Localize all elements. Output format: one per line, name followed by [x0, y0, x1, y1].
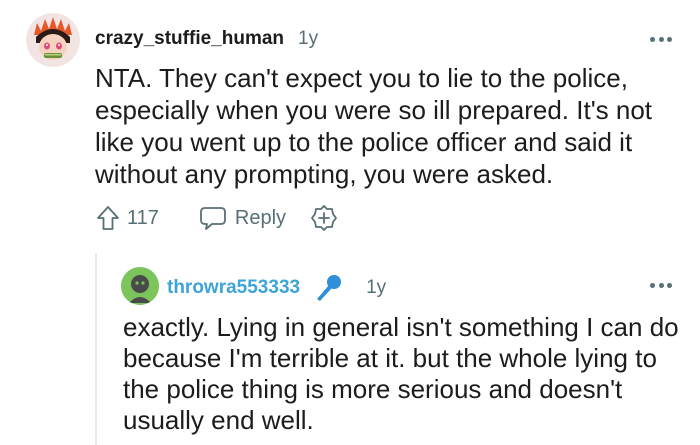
speech-bubble-icon: [199, 207, 226, 230]
reply-timestamp: 1y: [366, 277, 387, 298]
more-options-icon: [650, 36, 655, 42]
more-options-icon: [650, 282, 655, 288]
avatar-image: [26, 13, 80, 67]
user-avatar[interactable]: [26, 13, 80, 67]
reply-meta: throwra553333 1y: [167, 273, 386, 303]
avatar-image: [121, 267, 159, 305]
reply-button[interactable]: Reply: [199, 205, 286, 231]
comment-timestamp: 1y: [298, 28, 319, 49]
upvote-arrow-icon[interactable]: [95, 204, 121, 232]
comment-username[interactable]: crazy_stuffie_human: [95, 28, 284, 50]
reply-username[interactable]: throwra553333: [167, 277, 300, 299]
thread-line[interactable]: [95, 253, 97, 445]
comment-meta: crazy_stuffie_human 1y: [95, 28, 318, 50]
reply-label: Reply: [234, 206, 287, 229]
microphone-icon: [317, 275, 342, 301]
comment-more-options-button[interactable]: [650, 33, 672, 45]
comment-score: 117: [127, 206, 159, 229]
reply-body: exactly. Lying in general isn't somethin…: [123, 312, 679, 435]
comment-actions: 117 Reply: [95, 204, 338, 232]
award-plus-icon[interactable]: [310, 204, 338, 232]
comment-body: NTA. They can't expect you to lie to the…: [95, 63, 653, 189]
comment-thread: crazy_stuffie_human 1y NTA. They can't e…: [0, 0, 700, 445]
reply-user-avatar[interactable]: [121, 267, 159, 305]
reply-more-options-button[interactable]: [650, 279, 672, 291]
